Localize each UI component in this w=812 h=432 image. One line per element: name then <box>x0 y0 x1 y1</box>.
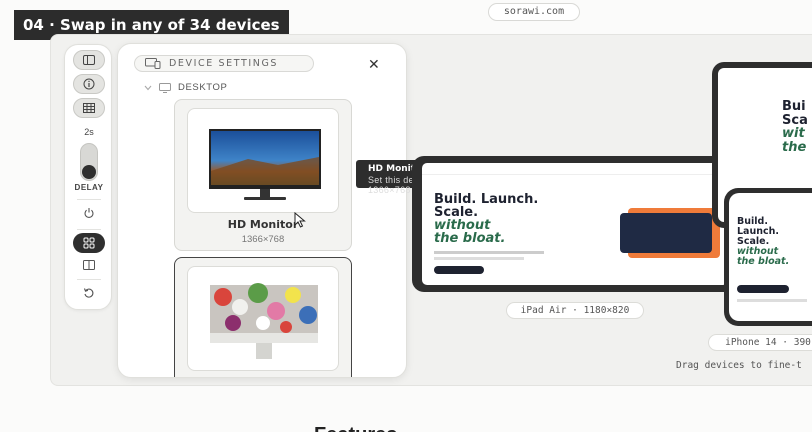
sidebar-toggle-button[interactable] <box>73 50 105 70</box>
iphone-hero-heading: Build. Launch. Scale. without the bloat. <box>737 216 790 267</box>
reset-button[interactable] <box>73 283 105 303</box>
info-button[interactable] <box>73 74 105 94</box>
ipad-site-nav <box>422 163 728 175</box>
device-resolution: 1366×768 <box>241 234 285 245</box>
iphone-text-line <box>737 299 807 302</box>
vertical-toolbar: 2s DELAY <box>64 44 112 310</box>
site-url-badge[interactable]: sorawi.com <box>488 3 580 21</box>
monitor-icon <box>159 82 171 93</box>
ipad-hero-heading: Build. Launch. Scale. without the bloat. <box>434 192 539 246</box>
device-thumbnail <box>187 266 339 371</box>
grid-icon <box>83 103 95 113</box>
device-card-imac[interactable] <box>174 257 352 377</box>
device-name: HD Monitor <box>227 218 299 231</box>
ipad-air-device-frame[interactable]: Build. Launch. Scale. without the bloat. <box>412 156 738 292</box>
ipad-size-label: iPad Air · 1180×820 <box>506 302 644 319</box>
power-icon <box>84 208 94 218</box>
ipad-hero-cta <box>434 266 484 274</box>
ipad-hero-text-line <box>434 251 544 254</box>
delay-slider[interactable] <box>80 143 98 181</box>
toolbar-divider <box>77 229 101 230</box>
drag-hint: Drag devices to fine-t <box>676 360 802 371</box>
delay-value: 2s <box>84 127 94 137</box>
device-thumbnail <box>187 108 339 213</box>
ipad-screen: Build. Launch. Scale. without the bloat. <box>422 163 728 285</box>
devices-icon <box>145 58 161 69</box>
close-button[interactable]: ✕ <box>368 56 380 73</box>
laptop-hero-heading: Bui Sca wit the <box>782 99 808 155</box>
device-group-desktop[interactable]: DESKTOP <box>144 82 227 93</box>
apps-icon <box>83 237 95 249</box>
imac-thumbnail-image <box>210 283 318 359</box>
toolbar-divider <box>77 199 101 200</box>
iphone-hero-cta <box>737 285 789 293</box>
reset-icon <box>83 288 94 298</box>
toolbar-divider <box>77 279 101 280</box>
ipad-hero-card <box>620 213 712 253</box>
device-group-label: DESKTOP <box>178 82 228 93</box>
delay-label: DELAY <box>74 183 104 192</box>
mouse-cursor <box>294 212 306 228</box>
iphone-size-label: iPhone 14 · 390 <box>708 334 812 351</box>
chevron-down-icon <box>144 85 152 90</box>
panel-title: DEVICE SETTINGS <box>169 58 279 69</box>
iphone-device-frame[interactable]: Build. Launch. Scale. without the bloat. <box>724 188 812 326</box>
delay-slider-thumb[interactable] <box>82 165 96 179</box>
device-settings-panel: DEVICE SETTINGS ✕ DESKTOP HD Monitor 136… <box>117 43 407 378</box>
split-view-button[interactable] <box>73 255 105 275</box>
apps-button[interactable] <box>73 233 105 253</box>
power-button[interactable] <box>73 203 105 223</box>
section-heading: Features <box>314 424 397 432</box>
iphone-screen: Build. Launch. Scale. without the bloat. <box>729 193 812 321</box>
grid-view-button[interactable] <box>73 98 105 118</box>
ipad-hero-text-line <box>434 257 524 260</box>
device-card-hd-monitor[interactable]: HD Monitor 1366×768 <box>174 99 352 251</box>
monitor-thumbnail-image <box>209 129 321 200</box>
info-icon <box>83 78 95 90</box>
sidebar-icon <box>83 55 95 65</box>
close-icon[interactable]: ✕ <box>368 56 380 72</box>
panel-header-pill: DEVICE SETTINGS <box>134 55 314 72</box>
split-view-icon <box>83 260 95 270</box>
